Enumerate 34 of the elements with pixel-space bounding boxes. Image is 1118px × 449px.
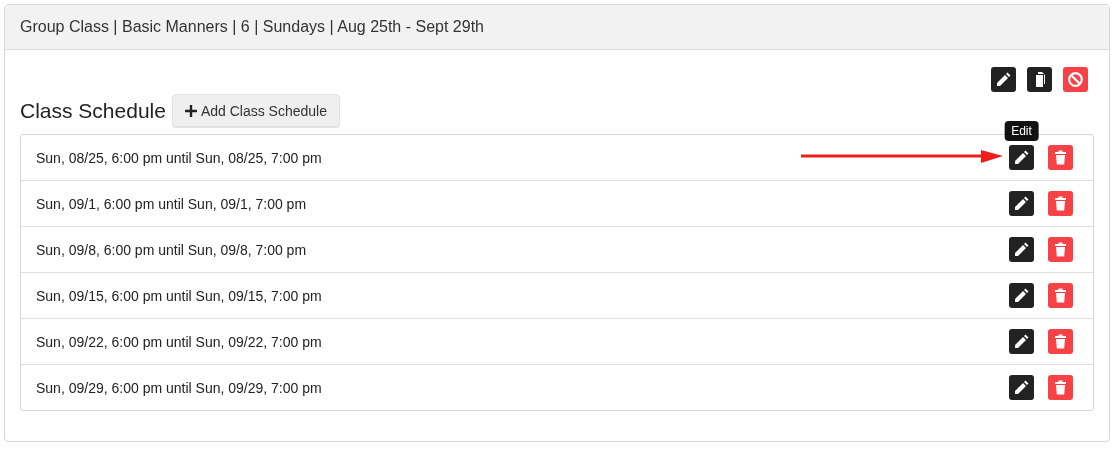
schedule-text: Sun, 09/1, 6:00 pm until Sun, 09/1, 7:00 pm bbox=[36, 195, 307, 212]
edit-button[interactable] bbox=[1009, 237, 1034, 262]
add-schedule-button[interactable]: Add Class Schedule bbox=[171, 94, 340, 127]
section-title: Class Schedule bbox=[20, 98, 166, 123]
pencil-icon bbox=[1012, 332, 1031, 351]
edit-button[interactable] bbox=[1009, 283, 1034, 308]
delete-button[interactable] bbox=[1048, 329, 1073, 354]
edit-button[interactable] bbox=[1009, 375, 1034, 400]
ban-icon bbox=[1066, 70, 1085, 89]
schedule-text: Sun, 09/29, 6:00 pm until Sun, 09/29, 7:00 pm bbox=[36, 379, 322, 396]
pencil-icon bbox=[1012, 378, 1031, 397]
schedule-text: Sun, 09/22, 6:00 pm until Sun, 09/22, 7:00 pm bbox=[36, 333, 322, 350]
pencil-icon bbox=[1012, 194, 1031, 213]
delete-button[interactable] bbox=[1048, 283, 1073, 308]
pencil-icon bbox=[1012, 240, 1031, 259]
delete-button[interactable] bbox=[1048, 237, 1073, 262]
edit-button[interactable] bbox=[1009, 329, 1034, 354]
plus-icon bbox=[184, 104, 197, 117]
pencil-icon bbox=[1012, 286, 1031, 305]
edit-button[interactable] bbox=[1009, 191, 1034, 216]
schedule-text: Sun, 09/8, 6:00 pm until Sun, 09/8, 7:00 pm bbox=[36, 241, 307, 258]
schedule-text: Sun, 08/25, 6:00 pm until Sun, 08/25, 7:00 pm bbox=[36, 149, 322, 166]
delete-button[interactable] bbox=[1048, 375, 1073, 400]
copy-button[interactable] bbox=[1027, 67, 1052, 92]
edit-button[interactable] bbox=[1009, 145, 1034, 170]
delete-button[interactable] bbox=[1048, 145, 1073, 170]
cancel-button[interactable] bbox=[1063, 67, 1088, 92]
tooltip: Edit bbox=[1004, 121, 1039, 141]
edit-button[interactable] bbox=[991, 67, 1016, 92]
pencil-icon bbox=[994, 70, 1013, 89]
delete-button[interactable] bbox=[1048, 191, 1073, 216]
panel-title: Group Class | Basic Manners | 6 | Sundays | Aug 25th - Sept 29th bbox=[20, 18, 484, 36]
schedule-text: Sun, 09/15, 6:00 pm until Sun, 09/15, 7:00 pm bbox=[36, 287, 322, 304]
pencil-icon bbox=[1012, 148, 1031, 167]
